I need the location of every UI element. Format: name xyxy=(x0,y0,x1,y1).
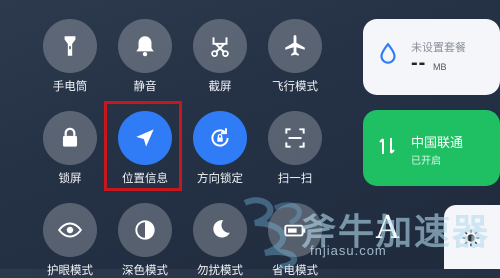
airplane-icon xyxy=(285,35,305,56)
data-plan-card[interactable]: 未设置套餐 -- MB xyxy=(363,19,500,95)
rotation-lock-label: 方向锁定 xyxy=(197,173,243,185)
network-status: 已开启 xyxy=(411,156,441,167)
bell-icon xyxy=(136,36,154,57)
airplane-tile[interactable] xyxy=(268,19,322,73)
dark-mode-tile[interactable] xyxy=(118,203,172,257)
screenshot-tile[interactable] xyxy=(193,19,247,73)
screenshot-label: 截屏 xyxy=(208,81,232,93)
lock-icon xyxy=(62,127,78,147)
dark-mode-icon xyxy=(135,220,155,240)
eye-care-tile[interactable] xyxy=(43,203,97,257)
scan-tile[interactable] xyxy=(268,111,322,165)
watermark-url: fnjiasu.com xyxy=(310,243,387,258)
highlight-box xyxy=(104,101,182,191)
flashlight-tile[interactable] xyxy=(43,19,97,73)
eye-care-label: 护眼模式 xyxy=(47,265,93,277)
data-transfer-icon xyxy=(379,138,395,154)
rotation-lock-tile[interactable] xyxy=(193,111,247,165)
flashlight-icon xyxy=(64,36,76,56)
lock-screen-tile[interactable] xyxy=(43,111,97,165)
scan-icon xyxy=(285,128,305,148)
data-plan-value: -- xyxy=(411,52,427,74)
dark-mode-label: 深色模式 xyxy=(122,265,168,277)
network-card[interactable]: 中国联通 已开启 xyxy=(363,110,500,186)
eye-icon xyxy=(57,222,83,238)
scan-label: 扫一扫 xyxy=(277,173,313,185)
carrier-name: 中国联通 xyxy=(411,135,464,150)
lock-screen-label: 锁屏 xyxy=(58,173,82,185)
water-drop-icon xyxy=(380,42,396,64)
scissors-icon xyxy=(211,37,229,57)
silent-label: 静音 xyxy=(133,81,157,93)
flashlight-label: 手电筒 xyxy=(52,81,88,93)
rotation-lock-icon xyxy=(211,128,229,147)
data-plan-unit: MB xyxy=(433,62,447,72)
silent-tile[interactable] xyxy=(118,19,172,73)
airplane-label: 飞行模式 xyxy=(272,81,318,93)
